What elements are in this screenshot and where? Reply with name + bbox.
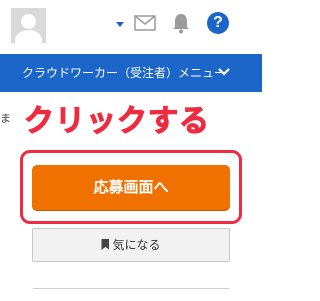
click-annotation: クリックする	[23, 103, 210, 139]
worker-menu-bar[interactable]: クラウドワーカー（受注者）メニュー	[0, 54, 262, 92]
menu-label: クラウドワーカー（受注者）メニュー	[22, 66, 227, 80]
help-icon[interactable]: ?	[207, 12, 229, 34]
divider	[33, 288, 229, 289]
avatar[interactable]	[11, 8, 46, 43]
chevron-down-icon	[218, 68, 230, 76]
bookmark-button[interactable]: 気になる	[32, 228, 230, 262]
truncated-left-text: ま	[0, 112, 11, 125]
apply-button[interactable]: 応募画面へ	[32, 165, 230, 210]
bookmark-icon	[101, 239, 110, 250]
caret-down-icon[interactable]	[116, 22, 124, 27]
avatar-body-shape	[15, 30, 42, 43]
top-header: ?	[0, 0, 262, 52]
avatar-head-shape	[21, 14, 36, 29]
mail-icon[interactable]	[134, 14, 156, 32]
bookmark-label: 気になる	[112, 238, 161, 252]
bell-icon[interactable]	[170, 12, 192, 34]
